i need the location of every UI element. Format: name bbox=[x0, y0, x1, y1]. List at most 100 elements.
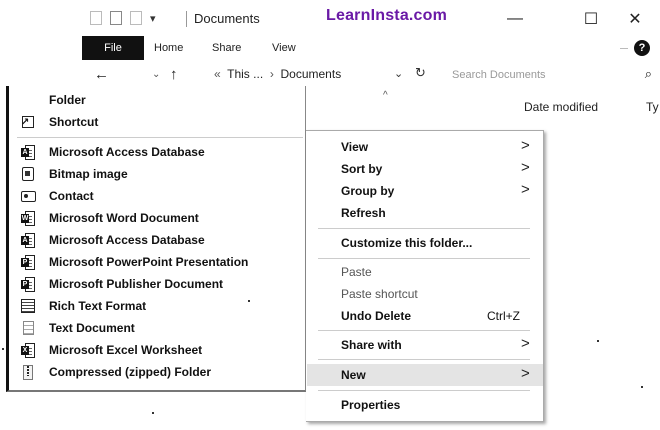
submenu-divider bbox=[17, 137, 303, 138]
submenu-item-label: Text Document bbox=[49, 321, 135, 335]
title-bar: ▾ Documents LearnInsta.com — ☐ ✕ bbox=[82, 0, 660, 36]
word-icon: W bbox=[19, 210, 37, 226]
refresh-icon[interactable]: ↻ bbox=[415, 65, 426, 81]
submenu-item-folder[interactable]: Folder bbox=[49, 90, 86, 110]
submenu-item-label: Shortcut bbox=[49, 115, 99, 129]
zip-folder-icon bbox=[19, 364, 37, 380]
search-input[interactable] bbox=[452, 67, 632, 83]
submenu-item-text-document[interactable]: Text Document bbox=[19, 318, 135, 338]
submenu-item-compressed-folder[interactable]: Compressed (zipped) Folder bbox=[19, 362, 211, 382]
tab-share[interactable]: Share bbox=[212, 36, 241, 60]
menu-item-view[interactable]: View > bbox=[307, 136, 543, 158]
menu-item-label: New bbox=[341, 368, 366, 382]
quick-access-folder-icon[interactable] bbox=[90, 11, 102, 25]
close-button[interactable]: ✕ bbox=[622, 8, 648, 30]
menu-item-new[interactable]: New > bbox=[307, 364, 543, 386]
breadcrumb-this-pc[interactable]: This ... bbox=[227, 67, 263, 81]
new-submenu: Folder Shortcut A Microsoft Access Datab… bbox=[6, 86, 306, 392]
window-title: Documents bbox=[194, 11, 260, 26]
tab-file[interactable]: File bbox=[82, 36, 144, 60]
context-menu: View > Sort by > Group by > Refresh Cust… bbox=[306, 130, 544, 422]
menu-item-properties[interactable]: Properties bbox=[307, 394, 543, 416]
menu-item-refresh[interactable]: Refresh bbox=[307, 202, 543, 224]
submenu-item-label: Microsoft Publisher Document bbox=[49, 277, 224, 291]
menu-item-paste: Paste bbox=[307, 261, 543, 283]
up-button[interactable]: ↑ bbox=[170, 64, 178, 86]
menu-divider bbox=[318, 258, 530, 259]
title-separator bbox=[186, 11, 187, 27]
submenu-item-label: Microsoft Access Database bbox=[49, 145, 205, 159]
submenu-item-label: Microsoft Access Database bbox=[49, 233, 205, 247]
submenu-item-access-database-2[interactable]: A Microsoft Access Database bbox=[19, 230, 205, 250]
quick-access-customize-icon[interactable]: ▾ bbox=[150, 12, 156, 25]
submenu-item-label: Microsoft Excel Worksheet bbox=[49, 343, 203, 357]
quick-access-toolbar: ▾ bbox=[90, 10, 156, 26]
submenu-item-label: Microsoft PowerPoint Presentation bbox=[49, 255, 249, 269]
menu-item-label: Sort by bbox=[341, 162, 383, 176]
menu-item-group-by[interactable]: Group by > bbox=[307, 180, 543, 202]
submenu-item-word-document[interactable]: W Microsoft Word Document bbox=[19, 208, 199, 228]
menu-item-sort-by[interactable]: Sort by > bbox=[307, 158, 543, 180]
bitmap-icon bbox=[19, 166, 37, 182]
column-header-type[interactable]: Ty bbox=[646, 100, 659, 114]
breadcrumb-documents[interactable]: Documents bbox=[281, 67, 342, 81]
tab-view[interactable]: View bbox=[272, 36, 296, 60]
chevron-right-icon: > bbox=[521, 137, 530, 154]
submenu-item-excel-worksheet[interactable]: X Microsoft Excel Worksheet bbox=[19, 340, 202, 360]
menu-item-undo-delete[interactable]: Undo Delete Ctrl+Z bbox=[307, 305, 543, 327]
submenu-item-powerpoint-presentation[interactable]: P Microsoft PowerPoint Presentation bbox=[19, 252, 248, 272]
quick-access-new-folder-icon[interactable] bbox=[130, 11, 142, 25]
menu-item-label: Paste shortcut bbox=[341, 287, 418, 301]
chevron-right-icon: > bbox=[521, 335, 530, 352]
powerpoint-icon: P bbox=[19, 254, 37, 270]
ribbon-collapse-icon[interactable] bbox=[620, 48, 628, 49]
scan-speck bbox=[2, 348, 4, 350]
submenu-item-access-database[interactable]: A Microsoft Access Database bbox=[19, 142, 205, 162]
sort-indicator-icon: ^ bbox=[383, 90, 388, 101]
menu-item-paste-shortcut: Paste shortcut bbox=[307, 283, 543, 305]
menu-divider bbox=[318, 228, 530, 229]
menu-item-customize-folder[interactable]: Customize this folder... bbox=[307, 232, 543, 254]
menu-divider bbox=[318, 390, 530, 391]
maximize-button[interactable]: ☐ bbox=[578, 8, 604, 30]
menu-item-label: Undo Delete bbox=[341, 309, 412, 323]
menu-item-label: Group by bbox=[341, 184, 395, 198]
minimize-button[interactable]: — bbox=[502, 8, 528, 30]
text-document-icon bbox=[19, 320, 37, 336]
submenu-item-label: Rich Text Format bbox=[49, 299, 147, 313]
scan-speck bbox=[152, 412, 154, 414]
search-icon[interactable]: ⌕ bbox=[645, 66, 652, 82]
submenu-item-contact[interactable]: Contact bbox=[19, 186, 94, 206]
menu-divider bbox=[318, 359, 530, 360]
menu-item-label: Share with bbox=[341, 338, 402, 352]
submenu-item-label: Compressed (zipped) Folder bbox=[49, 365, 212, 379]
publisher-icon: P bbox=[19, 276, 37, 292]
address-dropdown-icon[interactable]: ⌄ bbox=[394, 67, 403, 80]
menu-divider bbox=[318, 330, 530, 331]
menu-item-label: Refresh bbox=[341, 206, 386, 220]
recent-locations-icon[interactable]: ⌄ bbox=[152, 64, 160, 86]
submenu-item-publisher-document[interactable]: P Microsoft Publisher Document bbox=[19, 274, 223, 294]
quick-access-properties-icon[interactable] bbox=[110, 11, 122, 25]
breadcrumb: « This ... › Documents bbox=[214, 67, 341, 81]
menu-item-label: View bbox=[341, 140, 369, 154]
menu-item-label: Customize this folder... bbox=[341, 236, 473, 250]
submenu-item-shortcut[interactable]: Shortcut bbox=[19, 112, 98, 132]
tab-home[interactable]: Home bbox=[154, 36, 183, 60]
submenu-item-bitmap-image[interactable]: Bitmap image bbox=[19, 164, 128, 184]
shortcut-icon bbox=[19, 114, 37, 130]
menu-item-label: Properties bbox=[341, 398, 401, 412]
scan-speck bbox=[597, 340, 599, 342]
submenu-item-rich-text-format[interactable]: Rich Text Format bbox=[19, 296, 146, 316]
scan-speck bbox=[248, 300, 250, 302]
scan-speck bbox=[641, 386, 643, 388]
menu-item-share-with[interactable]: Share with > bbox=[307, 334, 543, 356]
column-header-date-modified[interactable]: Date modified bbox=[524, 100, 598, 114]
help-icon[interactable]: ? bbox=[634, 40, 650, 56]
contact-icon bbox=[19, 188, 37, 204]
back-button[interactable]: ← bbox=[94, 64, 109, 86]
submenu-item-label: Folder bbox=[49, 93, 86, 107]
access-icon: A bbox=[19, 144, 37, 160]
menu-item-shortcut: Ctrl+Z bbox=[487, 309, 520, 323]
breadcrumb-overflow-icon[interactable]: « bbox=[214, 67, 221, 81]
